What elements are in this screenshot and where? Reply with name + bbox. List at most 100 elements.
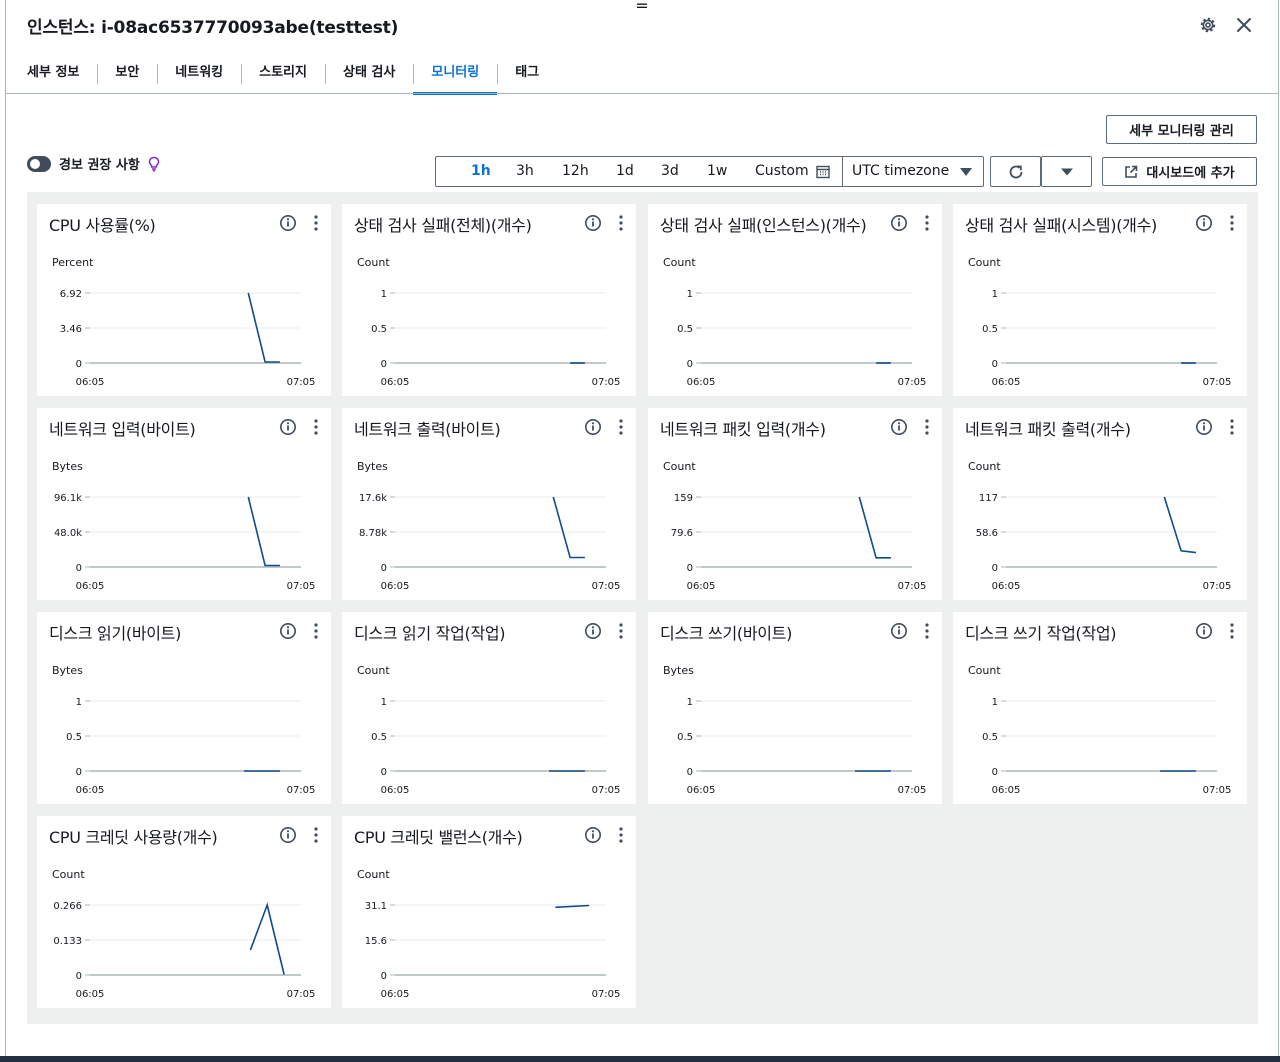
tabs-divider	[6, 93, 1278, 94]
page-title: 인스턴스: i-08ac6537770093abe(testtest)	[27, 18, 399, 38]
info-icon[interactable]	[1195, 418, 1213, 436]
info-icon[interactable]	[890, 622, 908, 640]
more-options-icon[interactable]	[922, 418, 932, 436]
y-tick-label: 0.266	[53, 901, 82, 912]
y-tick-label: 15.6	[365, 936, 387, 947]
x-tick-label: 06:05	[76, 581, 105, 592]
tab-status-checks[interactable]: 상태 검사	[324, 56, 413, 93]
tab-details[interactable]: 세부 정보	[9, 56, 97, 93]
widget-title: 네트워크 패킷 입력(개수)	[660, 420, 826, 439]
timezone-value: UTC timezone	[852, 163, 950, 179]
info-icon[interactable]	[584, 622, 602, 640]
tab-networking[interactable]: 네트워킹	[157, 56, 241, 93]
more-options-icon[interactable]	[616, 418, 626, 436]
x-tick-label: 06:05	[687, 785, 716, 796]
refresh-options-button[interactable]	[1041, 156, 1092, 187]
more-options-icon[interactable]	[922, 214, 932, 232]
y-unit-label: Bytes	[663, 664, 694, 677]
more-options-icon[interactable]	[616, 622, 626, 640]
y-unit-label: Count	[357, 256, 390, 269]
toggle-switch[interactable]	[27, 155, 51, 172]
range-1d[interactable]: 1d	[616, 157, 634, 186]
y-tick-label: 0	[76, 563, 82, 574]
tab-storage[interactable]: 스토리지	[241, 56, 325, 93]
info-icon[interactable]	[279, 214, 297, 232]
tab-monitoring[interactable]: 모니터링	[413, 56, 498, 95]
info-icon[interactable]	[890, 418, 908, 436]
info-icon[interactable]	[1195, 214, 1213, 232]
more-options-icon[interactable]	[1227, 622, 1237, 640]
series-line	[552, 496, 585, 559]
y-unit-label: Count	[663, 460, 696, 473]
gear-icon[interactable]	[1196, 13, 1220, 37]
info-icon[interactable]	[890, 214, 908, 232]
y-tick-label: 0	[381, 563, 387, 574]
info-icon[interactable]	[279, 826, 297, 844]
info-icon[interactable]	[584, 214, 602, 232]
timezone-select[interactable]: UTC timezone	[842, 157, 983, 186]
more-options-icon[interactable]	[311, 622, 321, 640]
info-icon[interactable]	[584, 418, 602, 436]
more-options-icon[interactable]	[616, 214, 626, 232]
more-options-icon[interactable]	[1227, 214, 1237, 232]
range-custom[interactable]: Custom	[755, 157, 809, 186]
metric-chart: Count 1 0.5 0 06:05 07:05	[357, 664, 620, 796]
manage-detailed-monitoring-label: 세부 모니터링 관리	[1129, 124, 1234, 139]
more-options-icon[interactable]	[922, 622, 932, 640]
calendar-icon[interactable]	[816, 165, 830, 179]
info-icon[interactable]	[279, 418, 297, 436]
x-tick-label: 06:05	[992, 581, 1021, 592]
more-options-icon[interactable]	[1227, 418, 1237, 436]
toggle-knob	[30, 158, 40, 169]
y-unit-label: Count	[968, 664, 1001, 677]
range-3h[interactable]: 3h	[516, 157, 534, 186]
x-tick-label: 07:05	[287, 377, 316, 388]
external-link-icon	[1125, 165, 1138, 178]
alarm-recommendations-toggle[interactable]: 경보 권장 사항	[27, 154, 160, 173]
tab-security[interactable]: 보안	[97, 56, 157, 93]
range-12h[interactable]: 12h	[562, 157, 589, 186]
range-1h[interactable]: 1h	[471, 157, 491, 186]
more-options-icon[interactable]	[616, 826, 626, 844]
manage-detailed-monitoring-button[interactable]: 세부 모니터링 관리	[1106, 115, 1257, 144]
metric-chart: Percent 6.92 3.46 0 06:05 07:05	[52, 256, 316, 388]
close-icon[interactable]	[1232, 13, 1256, 37]
y-tick-label: 58.6	[976, 528, 998, 539]
x-tick-label: 07:05	[898, 785, 927, 796]
widget-title: 네트워크 입력(바이트)	[49, 420, 196, 439]
bottom-bar	[0, 1056, 1280, 1062]
y-unit-label: Percent	[52, 256, 94, 269]
add-to-dashboard-button[interactable]: 대시보드에 추가	[1102, 157, 1257, 186]
more-options-icon[interactable]	[311, 214, 321, 232]
time-range-selector: 1h 3h 12h 1d 3d 1w Custom UTC timezone	[435, 156, 984, 187]
y-tick-label: 0	[992, 767, 998, 778]
widget-title: CPU 크레딧 밸런스(개수)	[354, 828, 523, 847]
range-3d[interactable]: 3d	[661, 157, 679, 186]
info-icon[interactable]	[1195, 622, 1213, 640]
y-tick-label: 1	[381, 697, 387, 708]
x-tick-label: 06:05	[687, 377, 716, 388]
refresh-button[interactable]	[990, 156, 1041, 187]
more-options-icon[interactable]	[311, 418, 321, 436]
y-unit-label: Bytes	[52, 460, 83, 473]
y-tick-label: 0	[381, 767, 387, 778]
metric-widget: 네트워크 패킷 출력(개수) Count 117 58.6 0 06:05 07:05	[953, 408, 1247, 600]
add-to-dashboard-label: 대시보드에 추가	[1146, 166, 1235, 181]
range-1w[interactable]: 1w	[707, 157, 727, 186]
tab-tags[interactable]: 태그	[497, 56, 557, 93]
metric-chart: Count 0.266 0.133 0 06:05 07:05	[52, 868, 315, 1000]
y-tick-label: 0.5	[982, 732, 998, 743]
info-icon[interactable]	[279, 622, 297, 640]
y-unit-label: Bytes	[52, 664, 83, 677]
metric-chart: Bytes 96.1k 48.0k 0 06:05 07:05	[52, 460, 315, 592]
metric-chart: Count 1 0.5 0 06:05 07:05	[968, 664, 1231, 796]
metric-chart: Count 1 0.5 0 06:05 07:05	[663, 256, 926, 388]
drag-handle[interactable]: =	[634, 0, 650, 14]
more-options-icon[interactable]	[311, 826, 321, 844]
y-tick-label: 1	[687, 697, 693, 708]
info-icon[interactable]	[584, 826, 602, 844]
widget-title: 상태 검사 실패(인스턴스)(개수)	[660, 216, 867, 235]
y-tick-label: 0	[76, 971, 82, 982]
y-tick-label: 1	[381, 289, 387, 300]
y-tick-label: 0.5	[371, 732, 387, 743]
